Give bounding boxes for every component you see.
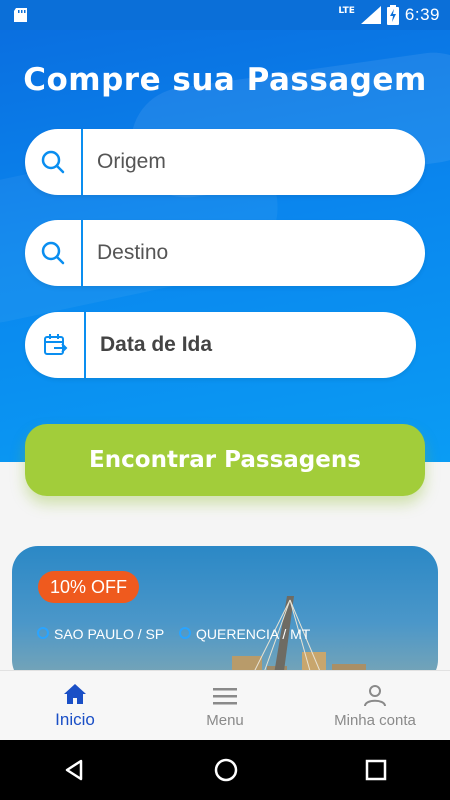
nav-menu-label: Menu (206, 711, 244, 729)
nav-account[interactable]: Minha conta (300, 671, 450, 741)
date-placeholder: Data de Ida (100, 333, 213, 356)
menu-icon (213, 687, 237, 704)
nav-home-label: Inicio (55, 710, 95, 729)
location-pin-icon (179, 627, 191, 639)
back-icon[interactable] (63, 758, 87, 782)
nav-account-label: Minha conta (334, 711, 416, 729)
destination-field[interactable]: Destino (25, 220, 425, 286)
find-tickets-button[interactable]: Encontrar Passagens (25, 424, 425, 496)
home-circle-icon[interactable] (213, 757, 239, 783)
system-navigation-bar (0, 740, 450, 800)
departure-date-field[interactable]: Data de Ida (25, 312, 416, 378)
location-pin-icon (37, 627, 49, 639)
signal-icon (360, 6, 381, 24)
origin-field[interactable]: Origem (25, 129, 425, 195)
status-bar: LTE 6:39 (0, 0, 450, 30)
origin-placeholder: Origem (97, 150, 166, 173)
search-icon (25, 220, 83, 286)
clock: 6:39 (404, 5, 440, 24)
route-origin: SAO PAULO / SP (36, 626, 164, 642)
nav-home[interactable]: Inicio (0, 671, 150, 741)
discount-badge: 10% OFF (38, 571, 140, 603)
battery-charging-icon (386, 5, 399, 25)
destination-placeholder: Destino (97, 241, 169, 264)
search-icon (25, 129, 83, 195)
route-origin-label: SAO PAULO / SP (54, 626, 165, 642)
route-destination-label: QUERENCIA / MT (196, 626, 311, 642)
home-icon (64, 684, 86, 704)
nav-menu[interactable]: Menu (150, 671, 300, 741)
recents-icon[interactable] (365, 759, 387, 781)
calendar-icon (25, 312, 86, 378)
user-icon (364, 684, 386, 706)
page-title: Compre sua Passagem (23, 62, 427, 98)
network-type: LTE (338, 6, 355, 16)
promo-card[interactable]: 10% OFF SAO PAULO / SP QUERENCIA / MT (12, 546, 438, 686)
sd-card-icon (14, 8, 27, 22)
route-destination: QUERENCIA / MT (178, 626, 310, 642)
bottom-navigation: Inicio Menu Minha conta (0, 670, 450, 741)
